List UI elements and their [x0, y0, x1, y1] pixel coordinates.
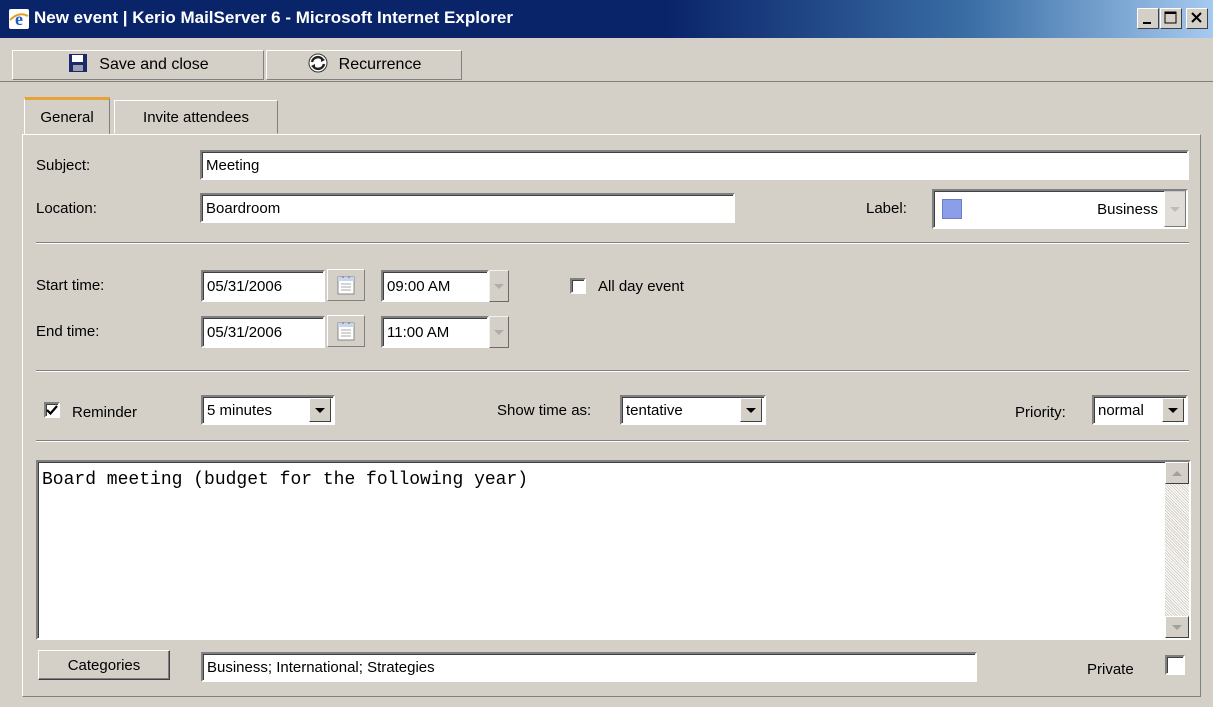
window-title: New event | Kerio MailServer 6 - Microso…	[34, 8, 514, 27]
svg-text:e: e	[15, 9, 23, 29]
close-icon[interactable]	[1186, 8, 1208, 29]
separator	[36, 242, 1189, 244]
end-time-label: End time:	[36, 323, 100, 340]
categories-button[interactable]: Categories	[38, 650, 170, 680]
priority-select[interactable]: normal	[1092, 395, 1188, 425]
notes-text: Board meeting (budget for the following …	[42, 470, 529, 490]
dropdown-arrow-icon[interactable]	[740, 398, 762, 422]
ie-icon: e	[8, 8, 30, 30]
scroll-down-icon[interactable]	[1165, 616, 1189, 638]
reminder-label: Reminder	[72, 404, 138, 421]
reminder-select[interactable]: 5 minutes	[201, 395, 335, 425]
vertical-scrollbar[interactable]	[1165, 462, 1189, 638]
floppy-disk-icon	[67, 52, 89, 79]
tab-general[interactable]: General	[24, 97, 110, 134]
end-time-input[interactable]: 11:00 AM	[381, 316, 489, 348]
reminder-select-value: 5 minutes	[207, 401, 273, 419]
label-select-value: Business	[1097, 200, 1158, 218]
notes-textarea[interactable]: Board meeting (budget for the following …	[36, 460, 1191, 640]
recurrence-label: Recurrence	[338, 56, 422, 73]
minimize-icon[interactable]	[1137, 8, 1159, 29]
private-label: Private	[1087, 661, 1134, 678]
checkmark-icon	[46, 405, 58, 416]
start-time-label: Start time:	[36, 277, 105, 294]
reminder-checkbox[interactable]	[44, 402, 60, 418]
separator	[36, 370, 1189, 372]
show-time-as-value: tentative	[626, 401, 683, 419]
all-day-checkbox[interactable]	[570, 278, 586, 294]
subject-label: Subject:	[36, 157, 91, 174]
end-date-input[interactable]: 05/31/2006	[201, 316, 325, 348]
end-time-dropdown-icon[interactable]	[489, 316, 509, 348]
recurrence-button[interactable]: Recurrence	[266, 50, 462, 80]
start-time-input[interactable]: 09:00 AM	[381, 270, 489, 302]
location-label: Location:	[36, 200, 97, 217]
end-calendar-icon[interactable]	[327, 315, 365, 347]
private-checkbox[interactable]	[1165, 655, 1185, 675]
priority-value: normal	[1098, 401, 1144, 419]
subject-input[interactable]: Meeting	[200, 150, 1189, 180]
tab-general-label: General	[40, 108, 94, 126]
dropdown-arrow-icon[interactable]	[1164, 191, 1186, 227]
start-calendar-icon[interactable]	[327, 269, 365, 301]
label-color-swatch	[942, 199, 962, 219]
categories-input[interactable]: Business; International; Strategies	[201, 652, 977, 682]
tab-invite-attendees-label: Invite attendees	[143, 108, 249, 126]
show-time-as-select[interactable]: tentative	[620, 395, 766, 425]
save-and-close-button[interactable]: Save and close	[12, 50, 264, 80]
start-date-input[interactable]: 05/31/2006	[201, 270, 325, 302]
all-day-label: All day event	[598, 278, 684, 295]
start-time-dropdown-icon[interactable]	[489, 270, 509, 302]
categories-button-label: Categories	[67, 656, 141, 674]
save-and-close-label: Save and close	[99, 56, 209, 73]
tab-invite-attendees[interactable]: Invite attendees	[114, 100, 278, 134]
scroll-up-icon[interactable]	[1165, 462, 1189, 484]
label-select[interactable]: Business	[932, 189, 1188, 229]
recurrence-icon	[307, 52, 329, 79]
priority-label: Priority:	[1015, 404, 1066, 421]
dropdown-arrow-icon[interactable]	[1162, 398, 1184, 422]
maximize-icon[interactable]	[1160, 8, 1182, 29]
location-input[interactable]: Boardroom	[200, 193, 735, 223]
show-time-as-label: Show time as:	[497, 402, 592, 419]
dropdown-arrow-icon[interactable]	[309, 398, 331, 422]
label-label: Label:	[866, 200, 907, 217]
separator	[36, 440, 1189, 442]
